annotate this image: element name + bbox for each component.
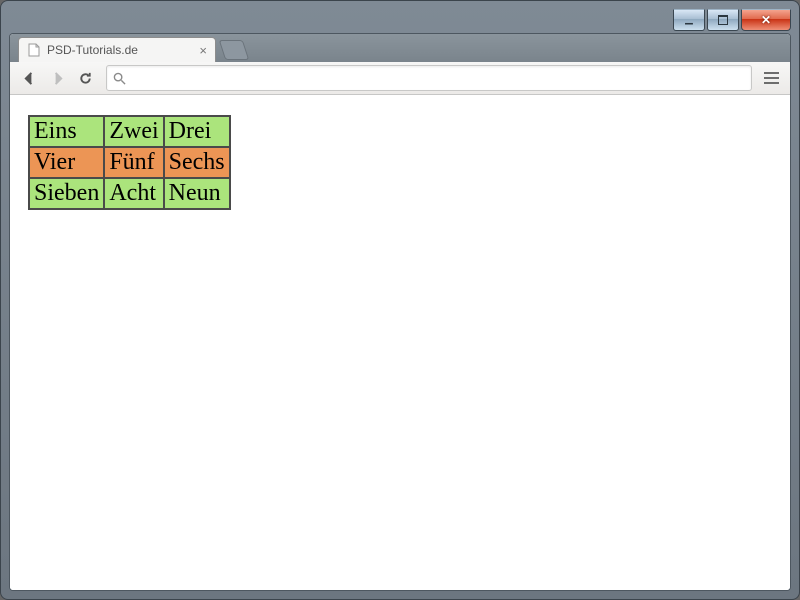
address-input[interactable] [130,70,745,87]
demo-table-body: Eins Zwei Drei Vier Fünf Sechs Sieben Ac… [29,116,230,209]
table-row: Vier Fünf Sechs [29,147,230,178]
browser-toolbar [10,62,790,95]
window-close-button[interactable]: ✕ [741,9,791,31]
minimize-icon: ▁ [685,15,693,25]
table-cell: Zwei [104,116,163,147]
window-minimize-button[interactable]: ▁ [673,9,705,31]
page-viewport: Eins Zwei Drei Vier Fünf Sechs Sieben Ac… [10,95,790,590]
address-bar[interactable] [106,65,752,91]
search-icon [113,72,126,85]
page-body: Eins Zwei Drei Vier Fünf Sechs Sieben Ac… [10,95,790,230]
table-cell: Acht [104,178,163,209]
maximize-icon [718,15,728,25]
window-titlebar: ▁ ✕ [9,9,791,31]
back-button[interactable] [16,65,42,91]
tab-title: PSD-Tutorials.de [47,43,138,57]
table-cell: Drei [164,116,230,147]
browser-tab-active[interactable]: PSD-Tutorials.de × [18,37,216,62]
reload-icon [78,71,93,86]
reload-button[interactable] [72,65,98,91]
page-favicon-icon [27,43,41,57]
tab-strip: PSD-Tutorials.de × [10,34,790,62]
close-icon: ✕ [761,13,771,27]
table-cell: Vier [29,147,104,178]
window-maximize-button[interactable] [707,9,739,31]
table-cell: Fünf [104,147,163,178]
arrow-left-icon [22,71,37,86]
hamburger-icon [764,72,779,74]
chrome-menu-button[interactable] [758,65,784,91]
table-row: Sieben Acht Neun [29,178,230,209]
table-cell: Eins [29,116,104,147]
window-frame: ▁ ✕ PSD-Tutorials.de × [0,0,800,600]
table-cell: Neun [164,178,230,209]
arrow-right-icon [50,71,65,86]
table-row: Eins Zwei Drei [29,116,230,147]
tab-close-icon[interactable]: × [199,43,207,58]
new-tab-button[interactable] [219,40,249,60]
table-cell: Sechs [164,147,230,178]
browser-chrome: PSD-Tutorials.de × [9,33,791,591]
forward-button[interactable] [44,65,70,91]
table-cell: Sieben [29,178,104,209]
demo-table: Eins Zwei Drei Vier Fünf Sechs Sieben Ac… [28,115,231,210]
